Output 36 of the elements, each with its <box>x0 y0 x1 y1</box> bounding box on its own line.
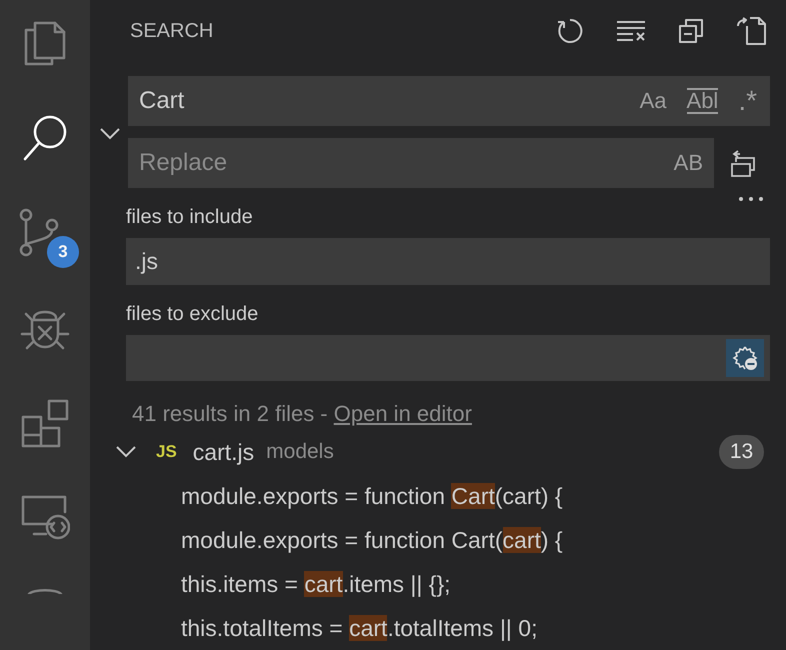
panel-title: SEARCH <box>130 18 214 44</box>
activity-bar-item[interactable]: 3 <box>10 208 80 270</box>
use-exclude-settings-toggle[interactable] <box>726 338 764 377</box>
files-icon <box>22 20 68 68</box>
more-icon[interactable] <box>738 196 764 202</box>
search-option-toggle[interactable]: .* <box>733 82 762 119</box>
new-search-editor-icon[interactable] <box>736 16 766 45</box>
exclude-field[interactable] <box>126 334 770 381</box>
file-name[interactable]: cart.js <box>192 434 254 470</box>
search-field[interactable]: Cart Aa Abl .* <box>128 76 770 126</box>
include-label: files to include <box>126 205 254 230</box>
chevron-icon[interactable] <box>116 446 136 458</box>
search-option-toggle[interactable]: Abl <box>682 82 724 119</box>
match-line[interactable]: module.exports = function Cart(cart) { <box>128 518 770 562</box>
match-line[interactable]: this.items = cart.items || {}; <box>128 562 770 606</box>
exclude-label: files to exclude <box>126 302 260 327</box>
refresh-icon[interactable] <box>557 18 583 44</box>
file-type-icon: JS <box>156 439 177 465</box>
monitor-icon <box>20 494 70 540</box>
collapse-all-icon[interactable] <box>679 18 703 44</box>
account-icon <box>25 586 65 594</box>
clear-results-icon[interactable] <box>616 20 646 42</box>
match-line[interactable]: module.exports = function Cart(cart) { <box>128 474 770 518</box>
include-field[interactable]: .js <box>126 238 770 285</box>
search-option-toggle[interactable]: AB <box>668 144 708 181</box>
replace-all-icon[interactable] <box>728 148 758 178</box>
open-in-editor-link[interactable]: Open in editor <box>334 401 472 426</box>
folder-name: models <box>266 439 334 466</box>
results-summary: 41 results in 2 files - <box>132 401 329 426</box>
extensions-icon <box>20 398 70 448</box>
search-icon <box>21 114 69 162</box>
match-count: 13 <box>719 435 764 469</box>
replace-field[interactable]: Replace AB <box>128 138 714 188</box>
badge: 3 <box>47 236 79 268</box>
match-line[interactable]: this.totalItems = cart.totalItems || 0; <box>128 606 770 650</box>
search-option-toggle[interactable]: Aa <box>634 82 672 119</box>
